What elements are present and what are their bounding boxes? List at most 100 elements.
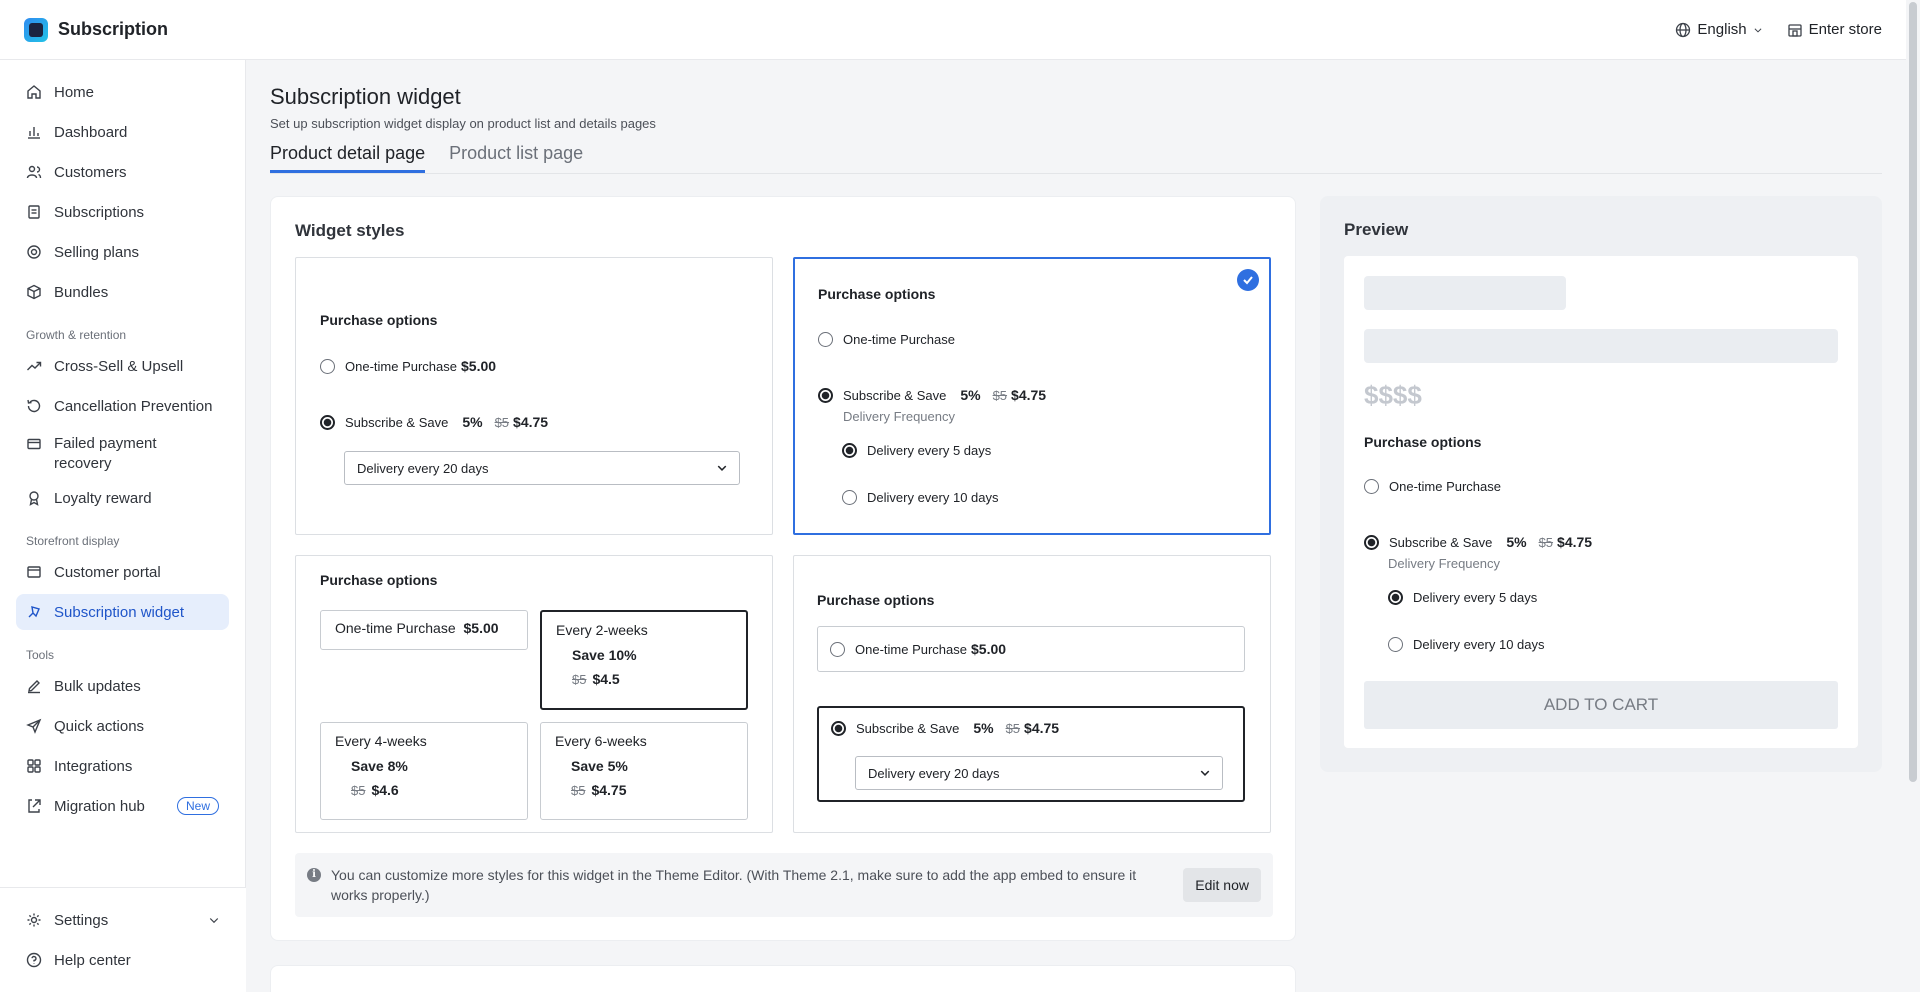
radio-button[interactable]	[320, 358, 335, 374]
radio-button[interactable]	[1388, 590, 1403, 605]
sidebar-item-label: Loyalty reward	[54, 489, 152, 507]
purchase-options-title: Purchase options	[320, 312, 438, 328]
option-label: Subscribe & Save	[856, 720, 960, 736]
sidebar-item-customers[interactable]: Customers	[16, 154, 229, 190]
sidebar-bottom: Settings Help center	[0, 887, 246, 992]
sidebar-section-tools: Tools	[26, 648, 55, 662]
sidebar-item-label: Customers	[54, 163, 127, 181]
preview-one-time-option[interactable]: One-time Purchase	[1364, 479, 1501, 494]
frequency-tile-4-weeks[interactable]: Every 4-weeks Save 8% $5 $4.6	[320, 722, 528, 820]
sidebar-item-dashboard[interactable]: Dashboard	[16, 114, 229, 150]
sidebar-item-customer-portal[interactable]: Customer portal	[16, 554, 229, 590]
delivery-frequency-select[interactable]: Delivery every 20 days	[855, 756, 1223, 790]
sidebar-item-subscriptions[interactable]: Subscriptions	[16, 194, 229, 230]
subscribe-save-option[interactable]: Subscribe & Save 5% $5 $4.75	[320, 414, 548, 430]
sidebar-item-bundles[interactable]: Bundles	[16, 274, 229, 310]
radio-button[interactable]	[1364, 534, 1379, 550]
option-label: One-time Purchase	[345, 358, 457, 374]
new-price: $4.75	[1024, 720, 1060, 736]
page-subtitle: Set up subscription widget display on pr…	[270, 116, 656, 131]
widget-style-option-4[interactable]: Purchase options One-time Purchase $5.00…	[793, 555, 1271, 833]
option-label: One-time Purchase	[1389, 479, 1501, 494]
sidebar-item-subscription-widget[interactable]: Subscription widget	[16, 594, 229, 630]
tile-save: Save 5%	[571, 758, 628, 774]
option-label: Delivery every 5 days	[1413, 590, 1538, 605]
sidebar-item-quick-actions[interactable]: Quick actions	[16, 708, 229, 744]
radio-button[interactable]	[830, 641, 845, 657]
one-time-purchase-box[interactable]: One-time Purchase $5.00	[817, 626, 1245, 672]
purchase-options-title: Purchase options	[320, 572, 438, 588]
radio-button[interactable]	[842, 490, 857, 505]
radio-button[interactable]	[831, 720, 846, 736]
enter-store-label: Enter store	[1808, 21, 1882, 38]
option-label: Delivery every 10 days	[867, 490, 999, 505]
price-placeholder: $$$$	[1364, 380, 1422, 410]
home-icon	[27, 85, 41, 99]
grid-icon	[27, 759, 41, 773]
radio-button[interactable]	[1388, 637, 1403, 652]
frequency-tile-6-weeks[interactable]: Every 6-weeks Save 5% $5 $4.75	[540, 722, 748, 820]
subscribe-save-option[interactable]: Subscribe & Save 5% $5 $4.75	[818, 387, 1046, 403]
tab-product-detail-page[interactable]: Product detail page	[270, 143, 426, 173]
new-price: $4.75	[1557, 534, 1593, 550]
delivery-frequency-select[interactable]: Delivery every 20 days	[344, 451, 740, 485]
language-selector[interactable]: English	[1675, 21, 1762, 38]
sidebar-item-label: Help center	[54, 951, 131, 969]
widget-style-option-1[interactable]: Purchase options One-time Purchase $5.00…	[295, 257, 773, 535]
sidebar-item-label: Dashboard	[54, 123, 128, 141]
top-bar: Subscription English Enter store	[0, 0, 1906, 60]
select-value: Delivery every 20 days	[357, 460, 489, 476]
new-price: $4.75	[591, 782, 627, 798]
sidebar-item-integrations[interactable]: Integrations	[16, 748, 229, 784]
sidebar-item-cross-sell[interactable]: Cross-Sell & Upsell	[16, 348, 229, 384]
sidebar-item-selling-plans[interactable]: Selling plans	[16, 234, 229, 270]
selected-check-icon	[1237, 269, 1259, 291]
price: $5.00	[463, 620, 499, 636]
credit-card-icon	[27, 438, 41, 450]
sidebar-item-label: Customer portal	[54, 563, 161, 581]
one-time-purchase-tile[interactable]: One-time Purchase $5.00	[320, 610, 528, 650]
widget-style-option-3[interactable]: Purchase options One-time Purchase $5.00…	[295, 555, 773, 833]
tab-product-list-page[interactable]: Product list page	[449, 143, 583, 173]
frequency-tile-2-weeks[interactable]: Every 2-weeks Save 10% $5 $4.5	[540, 610, 748, 710]
sidebar-item-label: Bundles	[54, 283, 109, 301]
portal-icon	[27, 566, 41, 578]
sidebar-item-home[interactable]: Home	[16, 74, 229, 110]
sidebar-item-label: Cancellation Prevention	[54, 397, 213, 415]
delivery-10-days-option[interactable]: Delivery every 10 days	[842, 490, 999, 505]
one-time-purchase-option[interactable]: One-time Purchase	[818, 332, 955, 347]
radio-button[interactable]	[818, 332, 833, 347]
radio-button[interactable]	[842, 443, 857, 458]
sidebar-item-failed-payment-recovery[interactable]: Failed payment recovery	[16, 428, 229, 476]
option-label: One-time Purchase	[843, 332, 955, 347]
preview-delivery-10-days[interactable]: Delivery every 10 days	[1388, 637, 1545, 652]
radio-button[interactable]	[818, 387, 833, 403]
sidebar-item-settings[interactable]: Settings	[16, 902, 230, 938]
edit-now-button[interactable]: Edit now	[1183, 868, 1261, 902]
preview-subscribe-option[interactable]: Subscribe & Save 5% $5 $4.75	[1364, 534, 1592, 550]
sidebar-item-help-center[interactable]: Help center	[16, 942, 230, 978]
sidebar-item-label: Subscription widget	[54, 603, 185, 621]
help-icon	[26, 952, 42, 968]
scrollbar-thumb[interactable]	[1909, 2, 1917, 782]
radio-button[interactable]	[320, 414, 335, 430]
sidebar-item-cancellation-prevention[interactable]: Cancellation Prevention	[16, 388, 229, 424]
delivery-5-days-option[interactable]: Delivery every 5 days	[842, 443, 991, 458]
old-price: $5	[494, 414, 510, 430]
enter-store-button[interactable]: Enter store	[1787, 21, 1882, 38]
preview-delivery-5-days[interactable]: Delivery every 5 days	[1388, 590, 1537, 605]
add-to-cart-button[interactable]: ADD TO CART	[1364, 681, 1838, 729]
sidebar-item-loyalty-reward[interactable]: Loyalty reward	[16, 480, 229, 516]
sidebar-item-bulk-updates[interactable]: Bulk updates	[16, 668, 229, 704]
one-time-purchase-option[interactable]: One-time Purchase $5.00	[320, 358, 496, 374]
page-scrollbar[interactable]	[1906, 0, 1920, 992]
widget-icon	[28, 606, 40, 618]
subscribe-save-box[interactable]: Subscribe & Save 5% $5 $4.75 Delivery ev…	[817, 706, 1245, 802]
award-icon	[29, 491, 39, 506]
radio-button[interactable]	[1364, 479, 1379, 494]
price: $5.00	[971, 641, 1007, 657]
new-price: $4.6	[371, 782, 399, 798]
sidebar-item-migration-hub[interactable]: Migration hub New	[16, 788, 229, 824]
widget-style-option-2[interactable]: Purchase options One-time Purchase Subsc…	[793, 257, 1271, 535]
next-section-card	[270, 965, 1296, 992]
